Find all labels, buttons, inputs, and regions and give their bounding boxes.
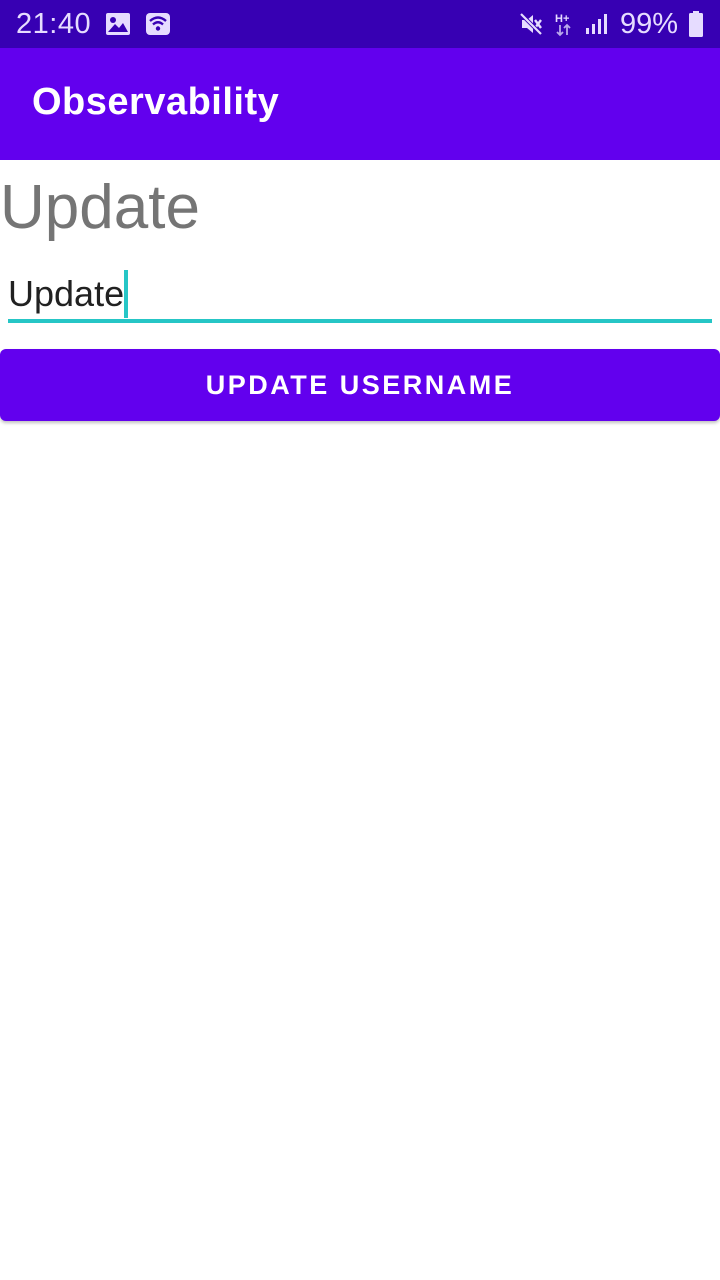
svg-text:H+: H+ (555, 13, 569, 25)
status-bar: 21:40 H+ 99% (0, 0, 720, 48)
image-icon (105, 12, 131, 36)
status-left-icons (105, 12, 171, 36)
username-input[interactable]: Update (8, 270, 129, 318)
text-cursor (124, 270, 129, 318)
battery-icon (688, 10, 704, 38)
app-title: Observability (32, 80, 280, 123)
battery-percent: 99% (619, 7, 678, 40)
app-screen: 21:40 H+ 99% Observability Update Update… (0, 0, 720, 1280)
username-field[interactable]: Update (8, 262, 712, 324)
update-username-button[interactable]: UPDATE USERNAME (0, 349, 720, 421)
status-right-icons: H+ 99% (518, 8, 704, 41)
status-time: 21:40 (16, 7, 92, 40)
input-underline (8, 319, 712, 323)
network-hplus-icon: H+ (554, 11, 574, 37)
signal-icon (584, 12, 610, 36)
username-input-value: Update (8, 273, 125, 314)
current-username-text: Update (0, 173, 200, 242)
wifi-hotspot-icon (145, 12, 171, 36)
mute-icon (518, 11, 544, 37)
app-bar: Observability (0, 48, 720, 160)
